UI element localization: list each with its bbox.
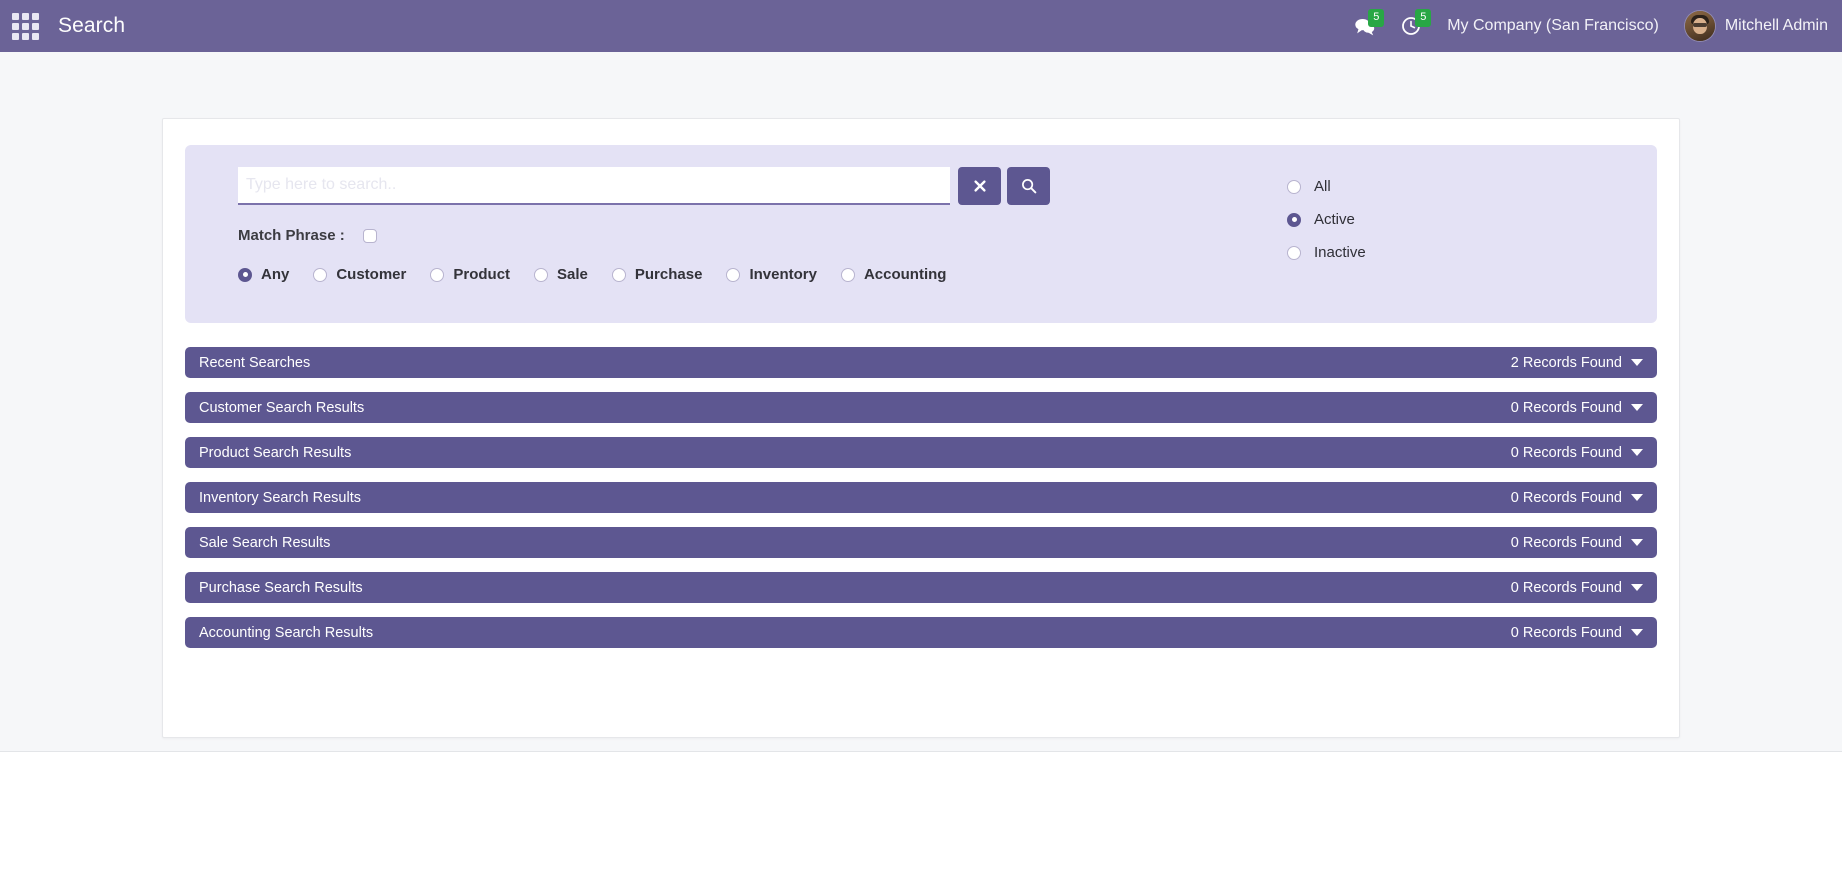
- accordion-product-search-results[interactable]: Product Search Results 0 Records Found: [185, 437, 1657, 468]
- radio-label-sale: Sale: [557, 266, 588, 283]
- accordion-customer-search-results[interactable]: Customer Search Results 0 Records Found: [185, 392, 1657, 423]
- activities-badge: 5: [1415, 9, 1432, 27]
- accordion-title: Inventory Search Results: [199, 489, 361, 506]
- chevron-down-icon[interactable]: [1631, 404, 1643, 411]
- accordion-count-wrap: 0 Records Found: [1511, 490, 1643, 506]
- radio-indicator-purchase[interactable]: [611, 267, 626, 282]
- chevron-down-icon[interactable]: [1631, 359, 1643, 366]
- radio-option-inventory[interactable]: Inventory: [726, 266, 817, 283]
- accordion-sale-search-results[interactable]: Sale Search Results 0 Records Found: [185, 527, 1657, 558]
- radio-label-customer: Customer: [336, 266, 407, 283]
- accordion-accounting-search-results[interactable]: Accounting Search Results 0 Records Foun…: [185, 617, 1657, 648]
- accordion-count-wrap: 2 Records Found: [1511, 355, 1643, 371]
- radio-option-active[interactable]: Active: [1287, 203, 1631, 236]
- radio-indicator-all[interactable]: [1287, 179, 1301, 194]
- search-input[interactable]: [238, 167, 950, 205]
- search-filter-panel: Match Phrase : Any Customer Product: [185, 145, 1657, 323]
- accordion-title: Sale Search Results: [199, 534, 331, 551]
- accordion-count: 0 Records Found: [1510, 399, 1622, 416]
- radio-option-inactive[interactable]: Inactive: [1287, 236, 1631, 269]
- page-footer-blank: [0, 752, 1842, 873]
- search-panel-left: Match Phrase : Any Customer Product: [211, 167, 1141, 323]
- chevron-down-icon[interactable]: [1631, 539, 1643, 546]
- accordion-purchase-search-results[interactable]: Purchase Search Results 0 Records Found: [185, 572, 1657, 603]
- apps-grid-icon[interactable]: [10, 11, 40, 41]
- clear-search-button[interactable]: [958, 167, 1001, 205]
- user-menu[interactable]: Mitchell Admin: [1684, 11, 1828, 41]
- page-title: Search: [58, 14, 126, 37]
- avatar: [1684, 11, 1715, 41]
- radio-indicator-any[interactable]: [238, 267, 252, 282]
- radio-option-all[interactable]: All: [1287, 170, 1631, 203]
- radio-option-customer[interactable]: Customer: [313, 266, 406, 283]
- radio-option-sale[interactable]: Sale: [534, 266, 588, 283]
- radio-indicator-active[interactable]: [1287, 212, 1301, 227]
- user-name-label: Mitchell Admin: [1724, 17, 1828, 34]
- radio-indicator-inventory[interactable]: [726, 267, 741, 282]
- radio-label-purchase: Purchase: [634, 266, 703, 283]
- chevron-down-icon[interactable]: [1631, 629, 1643, 636]
- radio-label-accounting: Accounting: [863, 266, 947, 283]
- chevron-down-icon[interactable]: [1631, 494, 1643, 501]
- accordion-title: Product Search Results: [199, 444, 352, 461]
- radio-indicator-sale[interactable]: [534, 267, 549, 282]
- radio-label-inventory: Inventory: [749, 266, 817, 283]
- match-phrase-checkbox[interactable]: [362, 228, 377, 243]
- chevron-down-icon[interactable]: [1631, 584, 1643, 591]
- radio-label-any: Any: [261, 266, 290, 283]
- results-accordion: Recent Searches 2 Records Found Customer…: [185, 347, 1657, 648]
- accordion-title: Recent Searches: [199, 354, 311, 371]
- run-search-button[interactable]: [1007, 167, 1050, 205]
- radio-option-accounting[interactable]: Accounting: [840, 266, 947, 283]
- page-body: Match Phrase : Any Customer Product: [0, 52, 1842, 752]
- state-radio-group: All Active Inactive: [1141, 167, 1631, 323]
- accordion-count-wrap: 0 Records Found: [1511, 535, 1643, 551]
- radio-indicator-accounting[interactable]: [840, 267, 855, 282]
- messages-badge: 5: [1368, 9, 1385, 27]
- accordion-count-wrap: 0 Records Found: [1511, 625, 1643, 641]
- search-type-radio-group: Any Customer Product Sale Purchase Inven…: [238, 266, 1141, 283]
- accordion-count: 2 Records Found: [1510, 354, 1622, 371]
- search-row: [238, 167, 1141, 205]
- radio-option-product[interactable]: Product: [430, 266, 510, 283]
- messages-menu[interactable]: 5: [1354, 9, 1385, 41]
- accordion-count: 0 Records Found: [1510, 624, 1622, 641]
- activities-menu[interactable]: 5: [1401, 9, 1432, 41]
- radio-option-any[interactable]: Any: [238, 266, 289, 283]
- accordion-recent-searches[interactable]: Recent Searches 2 Records Found: [185, 347, 1657, 378]
- chevron-down-icon[interactable]: [1631, 449, 1643, 456]
- match-phrase-label: Match Phrase :: [238, 227, 345, 244]
- top-navbar: Search 5 5 My Company (San Francisco) Mi…: [0, 0, 1842, 52]
- radio-label-active: Active: [1314, 211, 1355, 228]
- accordion-count: 0 Records Found: [1510, 489, 1622, 506]
- accordion-count: 0 Records Found: [1510, 579, 1622, 596]
- accordion-count: 0 Records Found: [1510, 534, 1622, 551]
- accordion-count-wrap: 0 Records Found: [1511, 580, 1643, 596]
- close-x-icon: [973, 179, 987, 193]
- radio-indicator-product[interactable]: [430, 267, 445, 282]
- accordion-title: Purchase Search Results: [199, 579, 363, 596]
- accordion-count-wrap: 0 Records Found: [1511, 400, 1643, 416]
- accordion-title: Customer Search Results: [199, 399, 365, 416]
- accordion-title: Accounting Search Results: [199, 624, 374, 641]
- match-phrase-row: Match Phrase :: [238, 227, 1141, 244]
- accordion-count: 0 Records Found: [1510, 444, 1622, 461]
- radio-label-all: All: [1314, 178, 1331, 195]
- accordion-count-wrap: 0 Records Found: [1511, 445, 1643, 461]
- search-card: Match Phrase : Any Customer Product: [162, 118, 1680, 738]
- accordion-inventory-search-results[interactable]: Inventory Search Results 0 Records Found: [185, 482, 1657, 513]
- radio-indicator-inactive[interactable]: [1287, 245, 1301, 260]
- radio-label-product: Product: [453, 266, 511, 283]
- radio-label-inactive: Inactive: [1314, 244, 1366, 261]
- radio-option-purchase[interactable]: Purchase: [611, 266, 703, 283]
- company-switcher[interactable]: My Company (San Francisco): [1447, 17, 1659, 35]
- search-magnifier-icon: [1021, 178, 1037, 194]
- radio-indicator-customer[interactable]: [313, 267, 328, 282]
